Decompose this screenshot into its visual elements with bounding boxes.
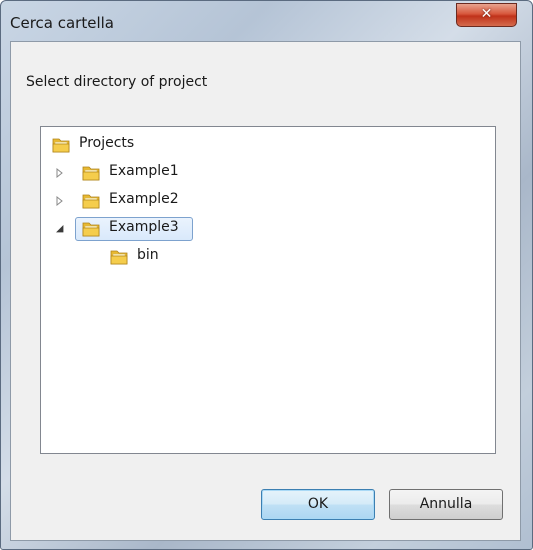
cancel-button[interactable]: Annulla: [389, 489, 503, 520]
tree-item-example3[interactable]: Example3: [45, 217, 205, 241]
close-button[interactable]: ✕: [456, 3, 517, 27]
tree-item-label: bin: [137, 247, 159, 263]
tree-item-example1[interactable]: Example1: [45, 161, 205, 185]
tree-item-bin[interactable]: bin: [45, 245, 165, 269]
dialog-prompt: Select directory of project: [26, 74, 208, 90]
folder-icon: [82, 222, 100, 237]
close-icon: ✕: [480, 6, 493, 22]
folder-tree[interactable]: Projects Example1 Example2 Example3 bin: [40, 126, 496, 454]
collapse-arrow-icon[interactable]: [55, 224, 65, 234]
tree-item-example2[interactable]: Example2: [45, 189, 205, 213]
tree-item-label: Example1: [109, 163, 179, 179]
expand-arrow-icon[interactable]: [55, 168, 65, 178]
tree-item-projects[interactable]: Projects: [45, 133, 165, 157]
tree-item-label: Example3: [109, 219, 179, 235]
title-bar[interactable]: Cerca cartella ✕: [1, 1, 532, 41]
expand-arrow-icon[interactable]: [55, 196, 65, 206]
folder-icon: [110, 250, 128, 265]
folder-icon: [82, 166, 100, 181]
tree-item-label: Example2: [109, 191, 179, 207]
window-title: Cerca cartella: [10, 14, 114, 32]
ok-button[interactable]: OK: [261, 489, 375, 520]
folder-icon: [82, 194, 100, 209]
tree-item-label: Projects: [79, 135, 135, 151]
folder-icon: [52, 138, 70, 153]
